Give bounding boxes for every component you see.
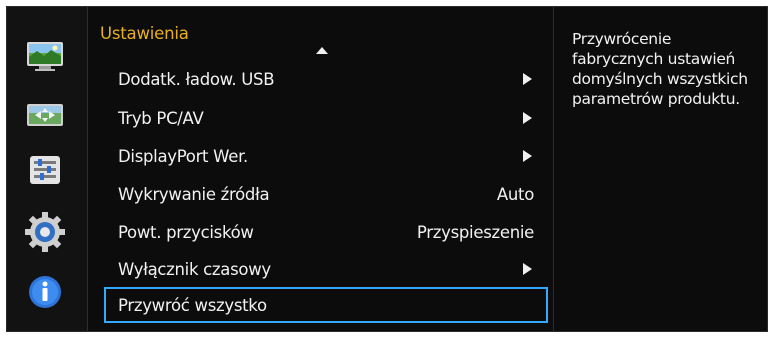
- chevron-right-icon: [523, 263, 532, 275]
- chevron-right-icon: [523, 112, 532, 124]
- menu-item-reset-all[interactable]: Przywróć wszystko: [104, 287, 548, 323]
- menu-item-label: Wyłącznik czasowy: [118, 259, 271, 279]
- menu-item-displayport-version[interactable]: DisplayPort Wer.: [104, 140, 548, 172]
- menu-item-source-detection[interactable]: Wykrywanie źródła Auto: [104, 178, 548, 210]
- information-icon[interactable]: [23, 273, 67, 311]
- menu-item-label: Przywróć wszystko: [118, 295, 267, 315]
- osd-menu-window: Ustawienia Dodatk. ładow. USB Tryb PC/AV…: [6, 6, 768, 332]
- chevron-right-icon: [523, 73, 532, 85]
- menu-title: Ustawienia: [100, 24, 189, 43]
- menu-item-label: Tryb PC/AV: [118, 108, 204, 128]
- setup-gear-icon[interactable]: [23, 212, 67, 252]
- menu-item-value: Auto: [496, 184, 534, 204]
- menu-item-label: DisplayPort Wer.: [118, 146, 248, 166]
- picture-icon[interactable]: [23, 37, 67, 75]
- scroll-up-icon[interactable]: [316, 47, 328, 54]
- settings-menu: Ustawienia Dodatk. ładow. USB Tryb PC/AV…: [88, 7, 552, 331]
- menu-item-usb-charging[interactable]: Dodatk. ładow. USB: [104, 63, 548, 95]
- menu-item-value: Przyspieszenie: [416, 222, 534, 242]
- menu-item-pc-av-mode[interactable]: Tryb PC/AV: [104, 102, 548, 134]
- help-description: Przywrócenie fabrycznych ustawień domyśl…: [553, 7, 767, 331]
- menu-item-off-timer[interactable]: Wyłącznik czasowy: [104, 253, 548, 285]
- chevron-right-icon: [523, 150, 532, 162]
- menu-item-label: Wykrywanie źródła: [118, 184, 270, 204]
- system-settings-icon[interactable]: [23, 151, 67, 189]
- onscreen-display-icon[interactable]: [23, 97, 67, 135]
- menu-item-key-repeat[interactable]: Powt. przycisków Przyspieszenie: [104, 216, 548, 248]
- menu-item-label: Dodatk. ładow. USB: [118, 69, 275, 89]
- menu-item-label: Powt. przycisków: [118, 222, 254, 242]
- category-sidebar: [7, 7, 88, 331]
